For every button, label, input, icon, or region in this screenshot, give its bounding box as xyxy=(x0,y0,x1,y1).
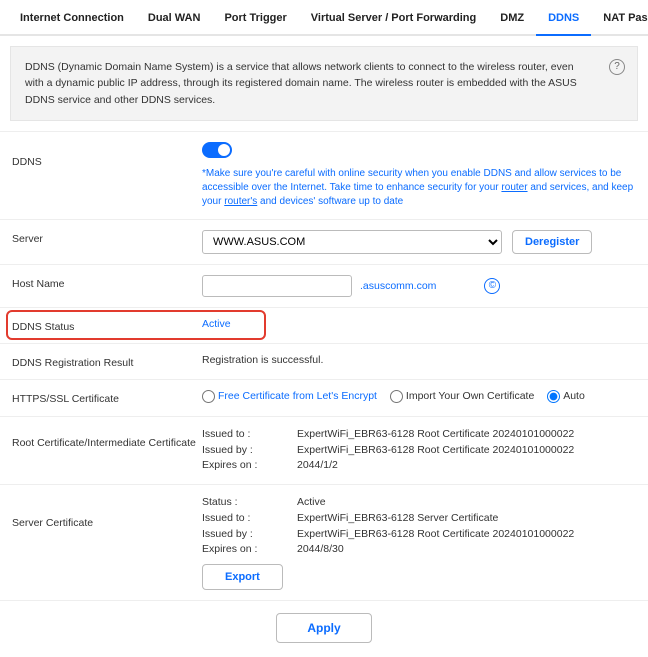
export-button[interactable]: Export xyxy=(202,564,283,590)
tab-dual-wan[interactable]: Dual WAN xyxy=(136,0,213,36)
reg-value: Registration is successful. xyxy=(202,354,636,366)
radio-auto[interactable]: Auto xyxy=(547,390,585,403)
tab-virtual-server[interactable]: Virtual Server / Port Forwarding xyxy=(299,0,488,36)
ddns-status-label: DDNS Status xyxy=(12,318,202,333)
footer: Apply xyxy=(0,601,648,657)
hostname-suffix: .asuscomm.com xyxy=(360,280,436,292)
tab-internet-connection[interactable]: Internet Connection xyxy=(8,0,136,36)
link-router[interactable]: router xyxy=(501,182,527,193)
row-server-cert: Server Certificate Status :Active Issued… xyxy=(0,485,648,601)
server-cert-issued-by: ExpertWiFi_EBR63-6128 Root Certificate 2… xyxy=(297,527,574,543)
row-ddns: DDNS *Make sure you're careful with onli… xyxy=(0,132,648,220)
apply-button[interactable]: Apply xyxy=(276,613,371,643)
root-expires: 2044/1/2 xyxy=(297,458,338,474)
row-hostname: Host Name .asuscomm.com © xyxy=(0,265,648,308)
server-cert-status: Active xyxy=(297,495,326,511)
server-cert-label: Server Certificate xyxy=(12,495,202,529)
ddns-status-value: Active xyxy=(202,318,231,330)
root-issued-by: ExpertWiFi_EBR63-6128 Root Certificate 2… xyxy=(297,443,574,459)
info-box: DDNS (Dynamic Domain Name System) is a s… xyxy=(10,46,638,121)
deregister-button[interactable]: Deregister xyxy=(512,230,592,254)
root-cert-label: Root Certificate/Intermediate Certificat… xyxy=(12,427,202,449)
help-icon[interactable]: ? xyxy=(609,59,625,75)
tab-ddns[interactable]: DDNS xyxy=(536,0,591,36)
ddns-hint: *Make sure you're careful with online se… xyxy=(202,167,636,209)
reg-label: DDNS Registration Result xyxy=(12,354,202,369)
server-label: Server xyxy=(12,230,202,245)
https-cert-label: HTTPS/SSL Certificate xyxy=(12,390,202,405)
hostname-label: Host Name xyxy=(12,275,202,290)
row-https-cert: HTTPS/SSL Certificate Free Certificate f… xyxy=(0,380,648,417)
ddns-label: DDNS xyxy=(12,142,202,168)
tab-dmz[interactable]: DMZ xyxy=(488,0,536,36)
row-server: Server WWW.ASUS.COM Deregister xyxy=(0,220,648,265)
root-issued-to: ExpertWiFi_EBR63-6128 Root Certificate 2… xyxy=(297,427,574,443)
hostname-input[interactable] xyxy=(202,275,352,297)
row-root-cert: Root Certificate/Intermediate Certificat… xyxy=(0,417,648,485)
tabs-bar: Internet Connection Dual WAN Port Trigge… xyxy=(0,0,648,36)
row-registration-result: DDNS Registration Result Registration is… xyxy=(0,344,648,380)
row-ddns-status: DDNS Status Active xyxy=(0,308,648,344)
server-cert-expires: 2044/8/30 xyxy=(297,542,344,558)
radio-import[interactable]: Import Your Own Certificate xyxy=(390,390,534,403)
link-routers[interactable]: router's xyxy=(224,196,257,207)
radio-free[interactable]: Free Certificate from Let's Encrypt xyxy=(202,390,377,403)
server-select[interactable]: WWW.ASUS.COM xyxy=(202,230,502,254)
info-text: DDNS (Dynamic Domain Name System) is a s… xyxy=(25,59,623,108)
tab-nat-passthrough[interactable]: NAT Passthrough xyxy=(591,0,648,36)
tab-port-trigger[interactable]: Port Trigger xyxy=(212,0,298,36)
ddns-toggle[interactable] xyxy=(202,142,232,158)
server-cert-issued-to: ExpertWiFi_EBR63-6128 Server Certificate xyxy=(297,511,498,527)
copy-icon[interactable]: © xyxy=(484,278,500,294)
